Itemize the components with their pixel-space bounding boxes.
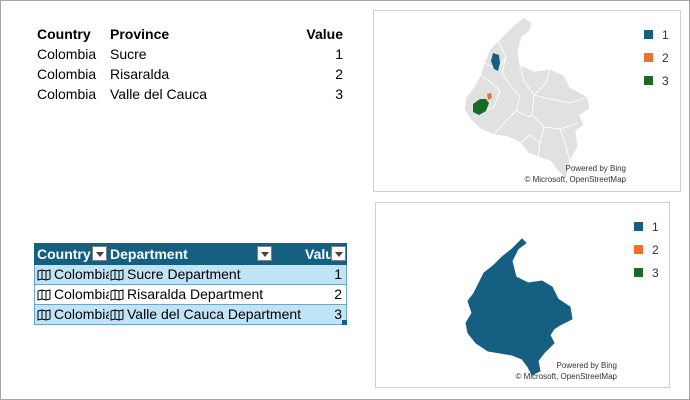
legend-label: 3: [662, 74, 669, 88]
cell-department[interactable]: Valle del Cauca Department: [110, 305, 310, 324]
table-row: Colombia Risaralda Department 2: [34, 285, 347, 305]
legend-swatch-2: [634, 245, 643, 254]
cell-province[interactable]: Risaralda: [110, 64, 169, 84]
legend-label: 1: [652, 220, 659, 234]
filter-dropdown-icon[interactable]: [257, 246, 272, 261]
map-chart-provinces[interactable]: 1 2 3 Powered by Bing © Microsoft, OpenS…: [373, 10, 681, 192]
colombia-country-map: [465, 238, 573, 376]
cell-department-text: Valle del Cauca Department: [127, 306, 302, 322]
cell-province[interactable]: Valle del Cauca: [110, 84, 207, 104]
header-country[interactable]: Country: [37, 244, 91, 264]
map-chart-departments[interactable]: 1 2 3 Powered by Bing © Microsoft, OpenS…: [375, 202, 670, 388]
header-department[interactable]: Department: [110, 244, 260, 264]
cell-country[interactable]: Colombia: [37, 285, 109, 304]
legend-label: 2: [652, 243, 659, 257]
excel-table-header: Country Department Value: [34, 243, 347, 265]
map-copyright: © Microsoft, OpenStreetMap: [524, 175, 627, 184]
table-resize-handle[interactable]: [342, 320, 347, 325]
table-row: Colombia Sucre Department 1: [34, 265, 347, 285]
table-row: Colombia Sucre 1: [37, 44, 345, 64]
table-row: Colombia Valle del Cauca 3: [37, 84, 345, 104]
header-value[interactable]: Value: [306, 24, 343, 44]
legend-swatch-2: [644, 53, 653, 62]
cell-country[interactable]: Colombia: [37, 265, 109, 284]
header-province[interactable]: Province: [110, 24, 169, 44]
map-icon: [37, 289, 51, 301]
colombia-departments-map: [463, 16, 591, 181]
cell-department[interactable]: Risaralda Department: [110, 285, 310, 304]
cell-value[interactable]: 3: [335, 84, 343, 104]
plain-data-table: Country Province Value Colombia Sucre 1 …: [37, 24, 345, 104]
legend-swatch-1: [644, 30, 653, 39]
cell-province[interactable]: Sucre: [110, 44, 147, 64]
filter-dropdown-icon[interactable]: [92, 246, 107, 261]
table-row: Colombia Risaralda 2: [37, 64, 345, 84]
excel-table: Country Department Value Colombia Sucre …: [34, 243, 347, 325]
cell-value[interactable]: 1: [335, 44, 343, 64]
map-icon: [37, 269, 51, 281]
cell-country[interactable]: Colombia: [37, 64, 96, 84]
legend-swatch-3: [634, 268, 643, 277]
cell-country[interactable]: Colombia: [37, 84, 96, 104]
cell-department-text: Sucre Department: [127, 266, 241, 282]
map-icon: [37, 309, 51, 321]
legend-swatch-3: [644, 76, 653, 85]
legend-label: 3: [652, 266, 659, 280]
legend-label: 1: [662, 28, 669, 42]
filter-dropdown-icon[interactable]: [331, 246, 346, 261]
map-copyright: © Microsoft, OpenStreetMap: [515, 372, 618, 381]
map-icon: [110, 289, 124, 301]
cell-country[interactable]: Colombia: [37, 44, 96, 64]
cell-country-text: Colombia: [54, 306, 109, 322]
plain-table-header: Country Province Value: [37, 24, 345, 44]
cell-country-text: Colombia: [54, 266, 109, 282]
table-row: Colombia Valle del Cauca Department 3: [34, 305, 347, 325]
header-value[interactable]: Value: [305, 244, 331, 264]
colombia-region[interactable]: [465, 238, 573, 376]
cell-country[interactable]: Colombia: [37, 305, 109, 324]
map-icon: [110, 269, 124, 281]
powered-by-bing: Powered by Bing: [565, 164, 626, 173]
cell-department[interactable]: Sucre Department: [110, 265, 310, 284]
legend-swatch-1: [634, 222, 643, 231]
cell-department-text: Risaralda Department: [127, 286, 264, 302]
header-country[interactable]: Country: [37, 24, 91, 44]
cell-value[interactable]: 2: [334, 285, 342, 304]
map-icon: [110, 309, 124, 321]
cell-country-text: Colombia: [54, 286, 109, 302]
legend-label: 2: [662, 51, 669, 65]
powered-by-bing: Powered by Bing: [556, 361, 617, 370]
cell-value[interactable]: 1: [334, 265, 342, 284]
cell-value[interactable]: 3: [334, 305, 342, 324]
cell-value[interactable]: 2: [335, 64, 343, 84]
